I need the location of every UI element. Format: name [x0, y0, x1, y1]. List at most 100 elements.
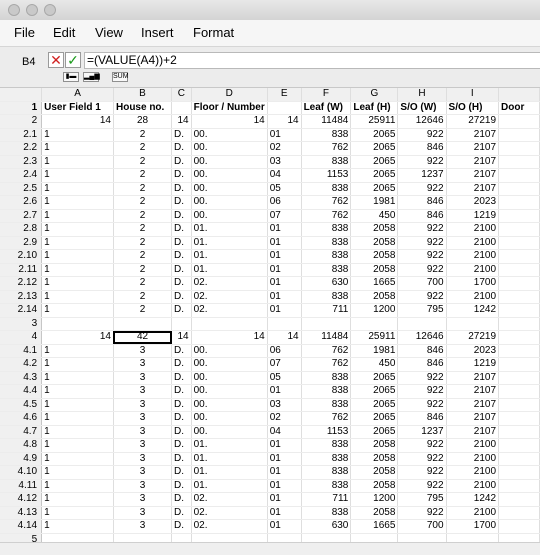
grid-cell[interactable]: 00.: [191, 155, 268, 169]
grid-cell[interactable]: 07: [267, 209, 302, 223]
row-header[interactable]: 3: [0, 317, 43, 331]
grid-cell[interactable]: 1981: [350, 344, 399, 358]
row-header[interactable]: 2.3: [0, 155, 43, 169]
grid-cell[interactable]: D.: [171, 357, 192, 372]
grid-cell[interactable]: 1: [41, 506, 114, 520]
menu-view[interactable]: View: [95, 25, 123, 40]
grid-cell[interactable]: 1: [41, 263, 114, 277]
grid-cell[interactable]: 12646: [397, 330, 447, 345]
grid-cell[interactable]: D.: [171, 155, 192, 169]
grid-cell[interactable]: 01: [267, 128, 302, 142]
grid-cell[interactable]: [446, 533, 500, 542]
grid-cell[interactable]: D.: [171, 519, 192, 534]
grid-cell[interactable]: 3: [113, 344, 173, 358]
menu-insert[interactable]: Insert: [141, 25, 174, 40]
row-header[interactable]: 2.5: [0, 182, 43, 196]
row-header[interactable]: 2.13: [0, 290, 43, 304]
header-cell[interactable]: [267, 101, 302, 115]
grid-cell[interactable]: 00.: [191, 141, 268, 156]
grid-cell[interactable]: 01.: [191, 479, 268, 493]
grid-cell[interactable]: [498, 344, 540, 358]
grid-cell[interactable]: 3: [113, 438, 173, 453]
grid-cell[interactable]: 1: [41, 357, 114, 372]
grid-cell[interactable]: [191, 533, 268, 542]
grid-cell[interactable]: [498, 155, 540, 169]
grid-cell[interactable]: 14: [41, 114, 114, 129]
grid-cell[interactable]: 01: [267, 290, 302, 304]
grid-cell[interactable]: 922: [397, 398, 447, 412]
grid-cell[interactable]: [498, 371, 540, 385]
grid-cell[interactable]: 3: [113, 452, 173, 466]
grid-cell[interactable]: 1981: [350, 195, 399, 210]
grid-cell[interactable]: [498, 452, 540, 466]
grid-cell[interactable]: 838: [301, 438, 352, 453]
grid-cell[interactable]: 1: [41, 249, 114, 264]
grid-cell[interactable]: D.: [171, 452, 192, 466]
row-header[interactable]: 4.3: [0, 371, 43, 385]
grid-cell[interactable]: [498, 276, 540, 291]
grid-cell[interactable]: [171, 317, 192, 331]
grid-cell[interactable]: 25911: [350, 114, 399, 129]
grid-cell[interactable]: 2: [113, 236, 173, 250]
grid-cell[interactable]: 711: [301, 492, 352, 507]
row-header[interactable]: 4.8: [0, 438, 43, 453]
grid-cell[interactable]: 01: [267, 276, 302, 291]
grid-cell[interactable]: 2: [113, 276, 173, 291]
grid-cell[interactable]: 1237: [397, 425, 447, 439]
grid-cell[interactable]: 2107: [446, 168, 500, 183]
grid-cell[interactable]: 2107: [446, 182, 500, 196]
row-header[interactable]: 5: [0, 533, 43, 542]
grid-cell[interactable]: 3: [113, 398, 173, 412]
column-header[interactable]: F: [301, 88, 352, 102]
grid-cell[interactable]: D.: [171, 492, 192, 507]
grid-cell[interactable]: 01: [267, 492, 302, 507]
grid-cell[interactable]: 1700: [446, 519, 500, 534]
column-header[interactable]: A: [41, 88, 114, 102]
grid-cell[interactable]: 14: [191, 114, 268, 129]
grid-cell[interactable]: 838: [301, 155, 352, 169]
grid-cell[interactable]: 02: [267, 411, 302, 426]
grid-cell[interactable]: 2065: [350, 398, 399, 412]
column-header[interactable]: [498, 88, 540, 102]
grid-cell[interactable]: 700: [397, 519, 447, 534]
grid-cell[interactable]: [498, 114, 540, 129]
grid-cell[interactable]: 14: [267, 114, 302, 129]
grid-cell[interactable]: 01.: [191, 465, 268, 480]
grid-cell[interactable]: 1700: [446, 276, 500, 291]
grid-cell[interactable]: 01: [267, 222, 302, 237]
column-header[interactable]: I: [446, 88, 500, 102]
grid-cell[interactable]: 04: [267, 168, 302, 183]
row-header[interactable]: 4.14: [0, 519, 43, 534]
grid-cell[interactable]: 1219: [446, 209, 500, 223]
grid-cell[interactable]: D.: [171, 290, 192, 304]
sum-icon[interactable]: SUM: [112, 72, 129, 82]
grid-cell[interactable]: 05: [267, 182, 302, 196]
grid-cell[interactable]: 00.: [191, 128, 268, 142]
grid-cell[interactable]: 2100: [446, 222, 500, 237]
header-cell[interactable]: Door: [498, 101, 540, 115]
grid-cell[interactable]: 2100: [446, 438, 500, 453]
grid-cell[interactable]: [397, 533, 447, 542]
header-cell[interactable]: S/O (W): [397, 101, 447, 115]
grid-cell[interactable]: 2: [113, 209, 173, 223]
grid-cell[interactable]: 2100: [446, 290, 500, 304]
cell-reference[interactable]: B4: [22, 56, 35, 68]
row-header[interactable]: 2.4: [0, 168, 43, 183]
corner-cell[interactable]: [0, 88, 43, 102]
grid-cell[interactable]: 2058: [350, 452, 399, 466]
grid-cell[interactable]: 846: [397, 411, 447, 426]
grid-cell[interactable]: 01: [267, 249, 302, 264]
grid-cell[interactable]: [498, 384, 540, 399]
grid-cell[interactable]: 2: [113, 303, 173, 318]
grid-cell[interactable]: 922: [397, 371, 447, 385]
grid-cell[interactable]: 2100: [446, 236, 500, 250]
grid-cell[interactable]: 1242: [446, 492, 500, 507]
grid-cell[interactable]: 00.: [191, 425, 268, 439]
grid-cell[interactable]: 846: [397, 141, 447, 156]
header-cell[interactable]: Leaf (W): [301, 101, 352, 115]
menu-format[interactable]: Format: [193, 25, 234, 40]
row-header[interactable]: 4.11: [0, 479, 43, 493]
grid-cell[interactable]: [498, 519, 540, 534]
grid-cell[interactable]: 700: [397, 276, 447, 291]
grid-cell[interactable]: [498, 303, 540, 318]
